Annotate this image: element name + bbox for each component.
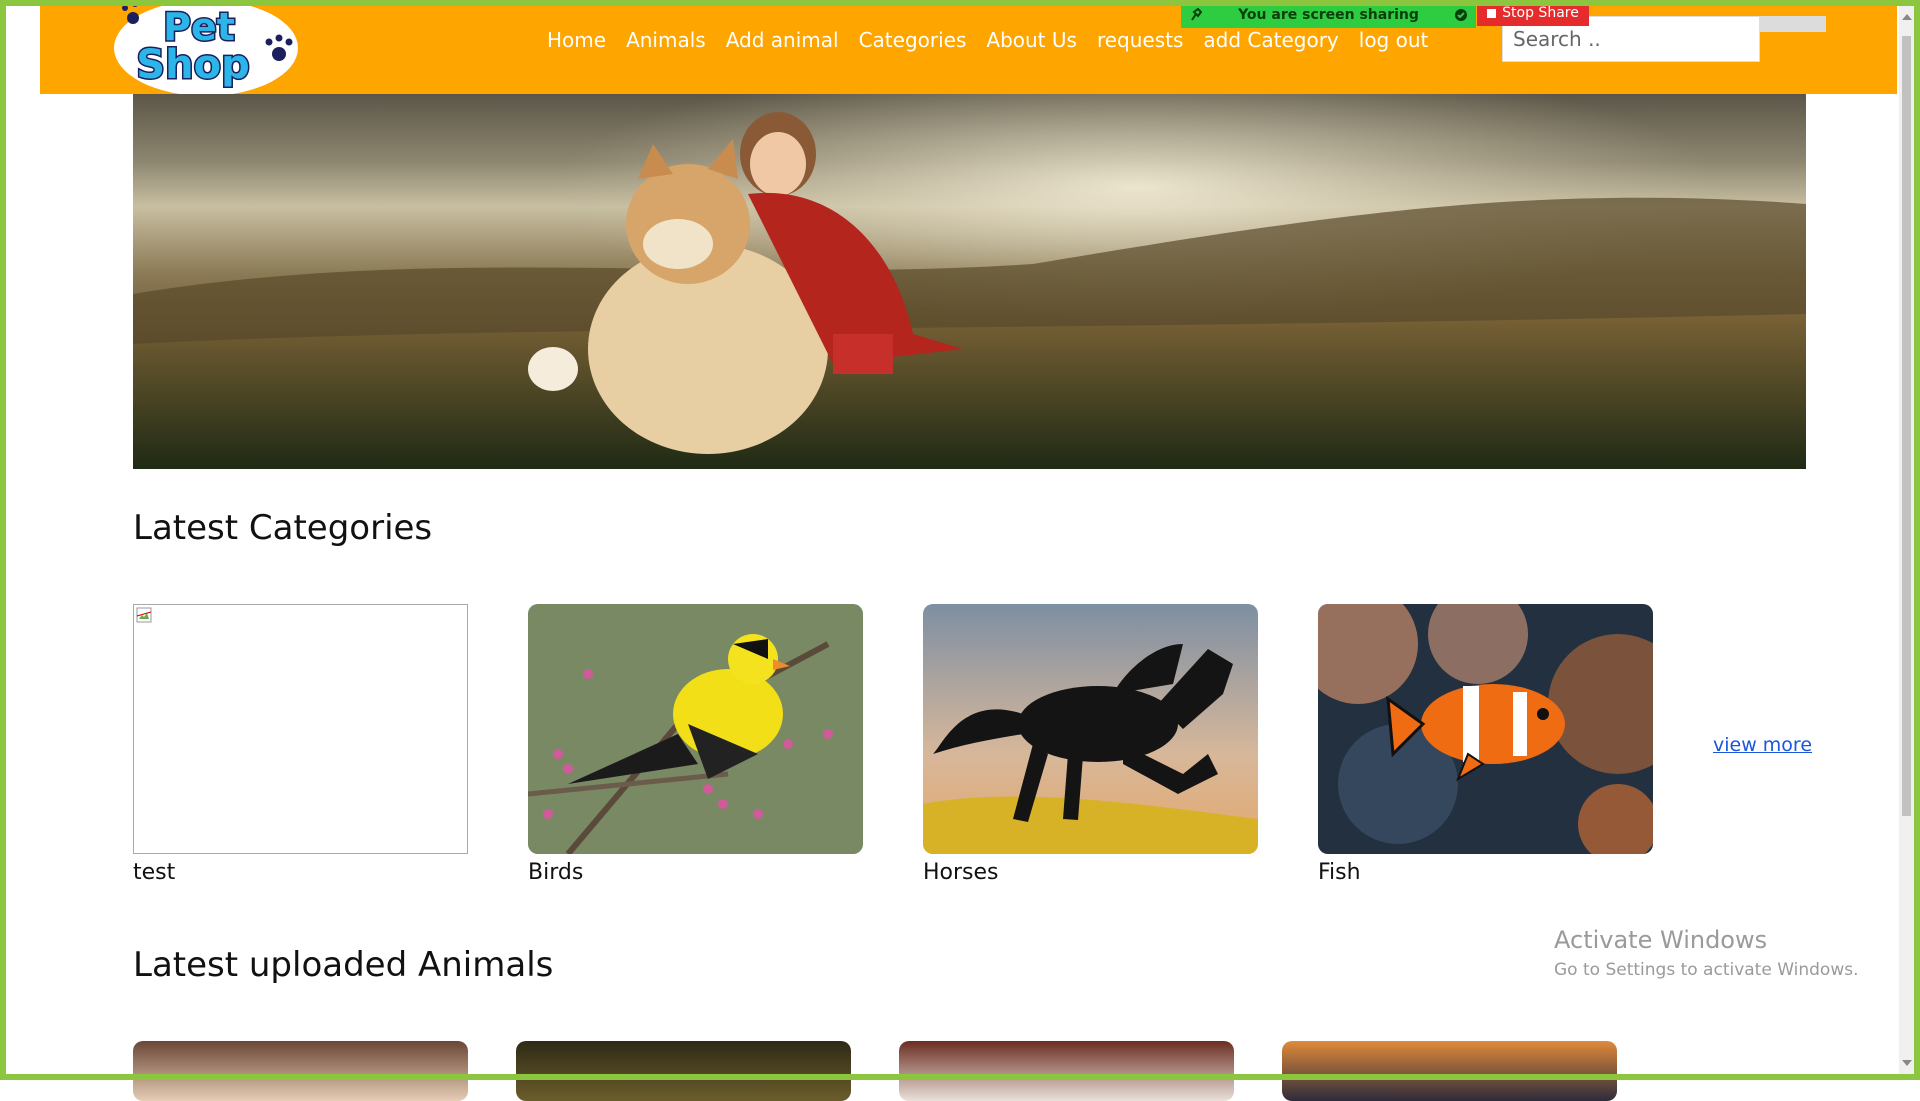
activate-windows-title: Activate Windows <box>1554 926 1768 954</box>
nav-about-us[interactable]: About Us <box>986 28 1077 52</box>
nav-categories[interactable]: Categories <box>859 28 967 52</box>
category-label[interactable]: Fish <box>1318 860 1653 885</box>
search-button[interactable] <box>1760 16 1826 32</box>
logo-line2: Shop <box>136 42 249 88</box>
hero-banner <box>133 94 1806 469</box>
activate-windows-subtitle: Go to Settings to activate Windows. <box>1554 960 1859 980</box>
shield-check-icon <box>1452 6 1470 24</box>
latest-categories-heading: Latest Categories <box>133 508 433 548</box>
category-card-horses[interactable]: Horses <box>923 604 1258 885</box>
category-card-fish[interactable]: Fish <box>1318 604 1653 885</box>
screen-sharing-bar: You are screen sharing <box>1181 2 1476 28</box>
category-label[interactable]: test <box>133 860 468 885</box>
nav-requests[interactable]: requests <box>1097 28 1183 52</box>
nav-add-animal[interactable]: Add animal <box>726 28 839 52</box>
category-label[interactable]: Horses <box>923 860 1258 885</box>
pet-shop-logo[interactable]: Pet Shop <box>113 0 299 98</box>
category-card-birds[interactable]: Birds <box>528 604 863 885</box>
animal-card-image[interactable] <box>133 1041 468 1101</box>
nav-home[interactable]: Home <box>547 28 606 52</box>
category-label[interactable]: Birds <box>528 860 863 885</box>
stop-share-button[interactable]: Stop Share <box>1477 0 1589 26</box>
navbar: Pet Shop Home Animals Add animal Categor… <box>40 0 1897 96</box>
category-image-birds[interactable] <box>528 604 863 854</box>
animal-card-image[interactable] <box>516 1041 851 1101</box>
scroll-down-icon[interactable] <box>1902 1060 1912 1066</box>
broken-image-icon <box>136 607 152 623</box>
nav-add-category[interactable]: add Category <box>1203 28 1338 52</box>
scroll-up-icon[interactable] <box>1902 14 1912 20</box>
category-image-broken[interactable] <box>133 604 468 854</box>
main-nav: Home Animals Add animal Categories About… <box>547 28 1428 52</box>
category-image-fish[interactable] <box>1318 604 1653 854</box>
page-scrollbar[interactable] <box>1899 6 1914 1074</box>
pin-icon[interactable] <box>1187 6 1205 24</box>
category-card-test[interactable]: test <box>133 604 468 885</box>
sharing-status-text: You are screen sharing <box>1238 7 1419 23</box>
nav-animals[interactable]: Animals <box>626 28 706 52</box>
hero-girl-hugging-dog-image <box>133 94 1806 469</box>
scrollbar-thumb[interactable] <box>1902 36 1911 816</box>
category-image-horses[interactable] <box>923 604 1258 854</box>
latest-animals-heading: Latest uploaded Animals <box>133 945 554 985</box>
stop-icon <box>1487 8 1497 18</box>
nav-log-out[interactable]: log out <box>1359 28 1429 52</box>
animal-card-image[interactable] <box>899 1041 1234 1101</box>
animal-card-image[interactable] <box>1282 1041 1617 1101</box>
stop-share-label: Stop Share <box>1502 5 1579 21</box>
view-more-link[interactable]: view more <box>1713 734 1812 756</box>
